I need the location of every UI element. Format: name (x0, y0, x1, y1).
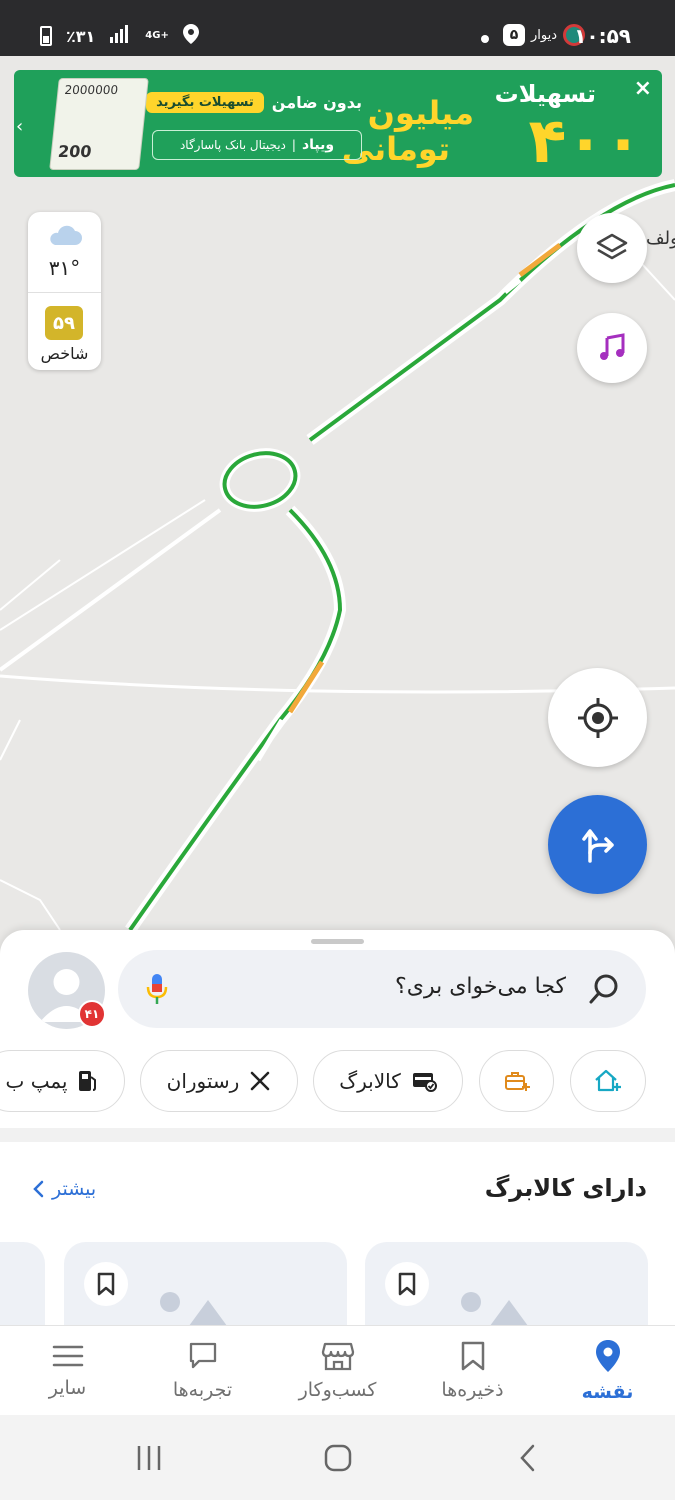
nav-item-experiences[interactable]: تجربه‌ها (135, 1326, 270, 1416)
close-icon[interactable]: × (634, 76, 652, 101)
home-icon[interactable] (323, 1443, 353, 1473)
music-note-icon (600, 333, 625, 360)
nav-label-map: نقشه (581, 1381, 634, 1403)
sheet-handle[interactable] (311, 939, 364, 944)
status-left: ٪۳۱ 4G+ (40, 24, 199, 48)
ad-bank-brand: ویپاد (301, 137, 335, 153)
menu-icon (52, 1345, 83, 1367)
divar-label: دیوار (530, 27, 557, 43)
nav-item-saved[interactable]: ذخیره‌ها (405, 1326, 540, 1416)
chip-voucher-label: کالابرگ (339, 1069, 401, 1093)
chip-work[interactable] (479, 1050, 554, 1112)
map-pin-icon (595, 1340, 620, 1372)
status-divar: دیوار ۵ (502, 24, 585, 46)
bottom-nav: نقشه ذخیره‌ها کسب‌وکار تجربه‌ها سایر (0, 1325, 675, 1415)
section-more-link[interactable]: بیشتر (32, 1178, 96, 1200)
weather-card[interactable]: ۳۱° ۵۹ شاخص (28, 212, 101, 370)
chevron-left-icon[interactable]: ‹ (16, 116, 23, 137)
chip-restaurant[interactable]: رستوران (140, 1050, 298, 1112)
microphone-icon[interactable] (144, 972, 170, 1006)
map-place-label: ولف (646, 228, 675, 249)
temperature: ۳۱° (48, 256, 81, 280)
ad-bank-name: دیجیتال بانک پاسارگاد (179, 138, 286, 152)
money-stack-image: 2000000 200 (49, 78, 149, 170)
fuel-icon (79, 1071, 97, 1091)
bookmark-icon (97, 1272, 115, 1296)
bookmark-icon (398, 1272, 416, 1296)
clock: ۱۰:۵۹ (574, 24, 631, 48)
image-placeholder-icon (461, 1292, 528, 1325)
ad-no-guarantor: بدون ضامن تسهیلات بگیرید (146, 92, 362, 113)
nav-label-business: کسب‌وکار (298, 1379, 377, 1401)
back-icon[interactable] (513, 1443, 543, 1473)
money-bottom-text: 200 (57, 142, 93, 161)
chip-restaurant-label: رستوران (166, 1069, 240, 1093)
bottom-sheet[interactable]: ۴۱ کجا می‌خوای بری؟ پمپ ب رستوران (0, 930, 675, 1325)
voucher-card-icon (412, 1073, 437, 1092)
ad-bank-divider: | (291, 138, 296, 152)
bookmark-button[interactable] (84, 1262, 128, 1306)
chip-home[interactable] (570, 1050, 646, 1112)
ad-amount: ۴۰۰ (528, 104, 642, 177)
chevron-left-icon (33, 1180, 44, 1198)
network-type: 4G+ (145, 30, 169, 41)
section-title: دارای کالابرگ (484, 1174, 647, 1202)
music-button[interactable] (577, 313, 647, 383)
work-briefcase-icon (504, 1072, 530, 1091)
chat-icon (189, 1342, 216, 1369)
aqi-badge: ۵۹ (45, 306, 83, 340)
nav-label-saved: ذخیره‌ها (441, 1379, 504, 1401)
place-card[interactable] (365, 1242, 648, 1325)
chip-voucher[interactable]: کالابرگ (313, 1050, 463, 1112)
layers-icon (596, 233, 628, 260)
nav-item-more[interactable]: سایر (0, 1326, 135, 1416)
divar-badge: ۵ (502, 24, 525, 46)
nav-label-more: سایر (48, 1377, 87, 1399)
ad-bank-box: ویپاد | دیجیتال بانک پاسارگاد (152, 130, 362, 160)
search-bar[interactable]: کجا می‌خوای بری؟ (118, 950, 646, 1028)
recent-apps-icon[interactable] (134, 1443, 164, 1473)
bookmark-button[interactable] (385, 1262, 429, 1306)
place-card[interactable] (64, 1242, 347, 1325)
ad-banner[interactable]: × تسهیلات ۴۰۰ میلیون تومانی بدون ضامن تس… (14, 70, 662, 177)
image-placeholder-icon (160, 1292, 227, 1325)
ad-unit-line1: میلیون (367, 94, 474, 132)
layers-button[interactable] (577, 213, 647, 283)
signal-icon (109, 25, 131, 47)
notification-count-badge: ۴۱ (78, 1000, 106, 1028)
notification-dot (481, 35, 489, 43)
nav-item-business[interactable]: کسب‌وکار (270, 1326, 405, 1416)
restaurant-icon (251, 1071, 270, 1091)
home-add-icon (595, 1069, 621, 1092)
battery-percent: ٪۳۱ (66, 26, 96, 46)
search-placeholder: کجا می‌خوای بری؟ (395, 974, 566, 999)
sheet-divider (0, 1128, 675, 1142)
system-nav-bar (0, 1415, 675, 1500)
aqi-label: شاخص (40, 344, 89, 363)
search-icon (589, 974, 618, 1004)
status-bar: ٪۳۱ 4G+ دیوار ۵ ۱۰:۵۹ (0, 0, 675, 56)
store-icon (321, 1342, 354, 1371)
chip-fuel-station[interactable]: پمپ ب (0, 1050, 125, 1112)
battery-icon (40, 26, 52, 46)
nav-item-map[interactable]: نقشه (540, 1326, 675, 1416)
more-label: بیشتر (52, 1178, 97, 1200)
crosshair-icon (577, 697, 618, 738)
cloud-icon (50, 225, 82, 245)
nav-label-experiences: تجربه‌ها (172, 1379, 233, 1401)
directions-button[interactable] (548, 795, 647, 894)
money-top-text: 2000000 (63, 83, 119, 97)
location-icon (182, 24, 199, 48)
ad-cta-pill[interactable]: تسهیلات بگیرید (146, 92, 264, 113)
ad-no-guarantor-label: بدون ضامن (271, 93, 362, 112)
chip-fuel-label: پمپ ب (5, 1069, 68, 1093)
bookmark-icon (461, 1341, 484, 1371)
directions-icon (581, 828, 614, 863)
weather-divider (28, 292, 101, 293)
place-card[interactable] (0, 1242, 45, 1325)
my-location-button[interactable] (548, 668, 647, 767)
